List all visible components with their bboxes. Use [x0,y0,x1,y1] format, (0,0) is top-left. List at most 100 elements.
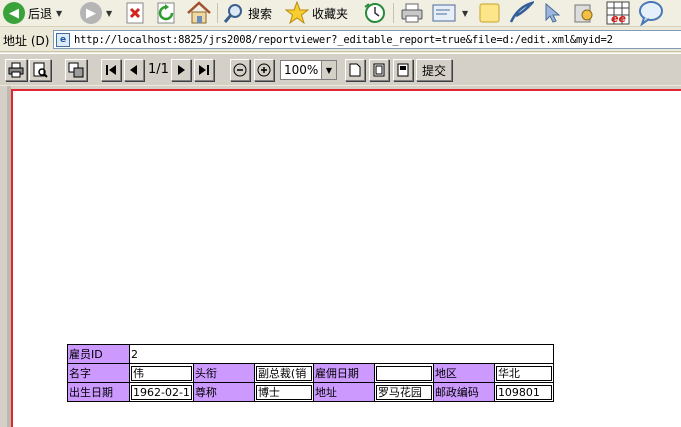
zoom-out-button[interactable] [230,59,250,81]
export-button[interactable] [65,59,87,81]
browser-toolbar: ◀ 后退 ▼ ▶ ▼ 搜索 收藏夹 ▼ ee [0,0,681,27]
messenger-button[interactable] [508,0,534,26]
postal-code-input[interactable]: 109801 [495,384,552,400]
history-icon [364,3,385,23]
calendar-button[interactable]: ee [605,0,631,26]
favorites-label: 收藏夹 [312,6,349,21]
zoom-in-icon [257,63,271,77]
title-label: 头衔 [192,363,255,383]
home-icon [187,1,211,24]
cursor-tool-button[interactable] [540,0,564,26]
honorific-cell: 博士 [253,382,314,402]
birth-date-cell: 1962-02-1 [129,382,194,402]
zoom-select[interactable]: 100% ▼ [280,60,337,80]
fit-page-icon [373,63,385,77]
print-preview-icon [33,62,48,78]
honorific-label: 尊称 [192,382,255,402]
print-preview-button[interactable] [29,59,51,81]
address-cell: 罗马花园 [373,382,434,402]
submit-button[interactable]: 提交 [416,59,452,81]
honorific-input[interactable]: 博士 [255,384,312,400]
chevron-down-icon[interactable]: ▼ [321,61,336,79]
hire-date-label: 雇佣日期 [312,363,375,383]
forward-arrow-icon: ▶ [80,2,102,24]
postal-code-cell: 109801 [493,382,554,402]
address-label: 地址 [312,382,375,402]
title-input[interactable]: 副总裁(销 [255,365,312,381]
page-view-single-button[interactable] [345,59,365,81]
back-label: 后退 [28,6,53,21]
fit-width-icon [397,63,409,77]
printer-icon [8,62,24,78]
name-cell: 伟 [129,363,194,383]
stop-icon [126,2,144,24]
stop-button[interactable] [126,0,146,26]
table-row: 出生日期 1962-02-1 尊称 博士 地址 罗马花园 邮政编码 109801 [67,382,554,402]
search-button[interactable]: 搜索 [223,0,272,26]
cursor-icon [545,2,561,23]
forward-dropdown-icon[interactable]: ▼ [106,9,112,18]
address-url[interactable]: http://localhost:8825/jrs2008/reportview… [74,34,613,46]
address-input[interactable]: 罗马花园 [375,384,432,400]
calendar-icon: ee [606,1,630,25]
employee-id-label: 雇员ID [67,344,130,364]
refresh-button[interactable] [157,0,177,26]
discuss-button[interactable] [478,0,502,26]
next-page-icon [178,65,185,75]
zoom-in-button[interactable] [254,59,274,81]
first-page-button[interactable] [101,59,121,81]
print-button[interactable] [400,0,424,26]
address-input[interactable]: e http://localhost:8825/jrs2008/reportvi… [53,30,681,49]
next-page-button[interactable] [171,59,191,81]
edit-page-icon [432,4,456,22]
previous-page-button[interactable] [124,59,144,81]
chat-bubble-icon [639,1,663,26]
chat-button[interactable] [638,0,664,26]
edit-button[interactable]: ▼ [432,0,468,26]
last-page-button[interactable] [194,59,214,81]
region-label: 地区 [432,363,495,383]
note-icon [479,3,500,23]
home-button[interactable] [186,0,212,26]
name-input[interactable]: 伟 [131,365,192,381]
name-label: 名字 [67,363,130,383]
back-button[interactable]: ◀ 后退 ▼ [3,0,62,26]
svg-text:ee: ee [611,12,626,25]
region-cell: 华北 [493,363,554,383]
birth-date-input[interactable]: 1962-02-1 [131,384,192,400]
birth-date-label: 出生日期 [67,382,130,402]
table-row: 名字 伟 头衔 副总裁(销 雇佣日期 地区 华北 [67,363,554,383]
favorites-star-icon [285,1,309,25]
edit-dropdown-icon[interactable]: ▼ [462,9,468,18]
region-input[interactable]: 华北 [495,365,552,381]
quill-icon [509,1,534,23]
print-report-button[interactable] [5,59,27,81]
refresh-icon [157,2,175,24]
page-indicator: 1/1 [148,62,169,77]
history-button[interactable] [362,0,388,26]
page-view-width-button[interactable] [393,59,413,81]
address-bar: 地址 (D) e http://localhost:8825/jrs2008/r… [0,28,681,52]
toolbar-separator [217,3,218,23]
search-icon [223,4,242,23]
page-view-fit-button[interactable] [369,59,389,81]
back-dropdown-icon[interactable]: ▼ [56,9,62,18]
page-icon [349,63,361,77]
employee-report-table: 雇员ID 2 名字 伟 头衔 副总裁(销 雇佣日期 地区 华北 出生日期 196… [67,344,554,402]
back-arrow-icon: ◀ [3,2,25,24]
page-icon: e [56,32,70,47]
hire-date-cell [373,363,434,383]
forward-button[interactable]: ▶ ▼ [80,0,112,26]
title-cell: 副总裁(销 [253,363,314,383]
table-row: 雇员ID 2 [67,344,554,364]
search-label: 搜索 [248,6,273,21]
postal-code-label: 邮政编码 [432,382,495,402]
zoom-value: 100% [284,63,319,77]
export-icon [68,62,84,78]
research-button[interactable] [572,0,596,26]
hire-date-input[interactable] [375,365,432,381]
zoom-out-icon [233,63,247,77]
employee-id-value: 2 [129,344,554,364]
last-page-icon [199,65,209,75]
favorites-button[interactable]: 收藏夹 [285,0,348,26]
